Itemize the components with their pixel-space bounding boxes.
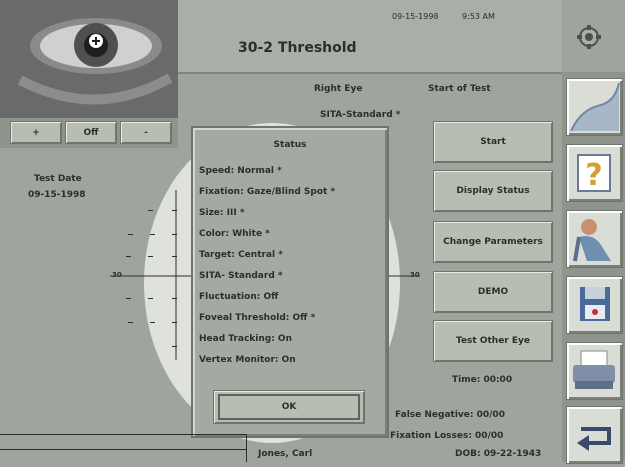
ok-label: OK <box>218 394 360 420</box>
strategy-label: SITA-Standard * <box>320 110 401 120</box>
patient-dob: DOB: 09-22-1943 <box>455 449 542 459</box>
patient-database-icon[interactable] <box>576 24 602 50</box>
start-button[interactable]: Start <box>433 121 553 163</box>
status-line: SITA- Standard * <box>199 271 283 281</box>
axis-label-left: 30 <box>112 271 122 279</box>
test-state: Start of Test <box>428 84 491 94</box>
false-negative: False Negative: 00/00 <box>395 410 505 420</box>
eye-camera-controls: + Off - <box>0 118 178 148</box>
camera-zoom-out-button[interactable]: - <box>120 121 172 144</box>
status-line: Foveal Threshold: Off * <box>199 313 316 323</box>
test-other-eye-button[interactable]: Test Other Eye <box>433 320 553 362</box>
help-icon: ? <box>577 154 611 193</box>
svg-text:?: ? <box>585 158 602 193</box>
status-line: Target: Central * <box>199 250 283 260</box>
return-button[interactable] <box>566 406 623 464</box>
page-title: 30-2 Threshold <box>238 40 357 56</box>
save-button[interactable] <box>566 276 623 334</box>
bottom-divider-vertical <box>246 434 247 462</box>
help-button[interactable]: ? <box>566 144 623 202</box>
eye-image <box>0 0 178 118</box>
patient-button[interactable] <box>566 210 623 268</box>
header-bar <box>178 0 562 74</box>
visual-field-map-icon <box>570 82 620 132</box>
test-date-label: Test Date <box>34 174 82 184</box>
demo-button[interactable]: DEMO <box>433 271 553 313</box>
change-parameters-button[interactable]: Change Parameters <box>433 221 553 263</box>
camera-off-button[interactable]: Off <box>65 121 117 144</box>
printer-icon <box>573 350 615 389</box>
status-line: Head Tracking: On <box>199 334 292 344</box>
status-line: Vertex Monitor: On <box>199 355 296 365</box>
status-line: Speed: Normal * <box>199 166 282 176</box>
status-line: Fluctuation: Off <box>199 292 279 302</box>
camera-zoom-in-button[interactable]: + <box>10 121 62 144</box>
eye-label: Right Eye <box>314 84 363 94</box>
timer: Time: 00:00 <box>452 375 513 385</box>
header-date: 09-15-1998 <box>392 12 439 21</box>
test-date-value: 09-15-1998 <box>28 190 86 200</box>
axis-label-right: 30 <box>410 271 420 279</box>
ok-button[interactable]: OK <box>213 390 365 424</box>
bottom-divider <box>0 434 246 435</box>
visual-field-map-button[interactable] <box>566 78 623 136</box>
status-title: Status <box>273 140 307 150</box>
eye-camera-view <box>0 0 178 118</box>
status-line: Fixation: Gaze/Blind Spot * <box>199 187 336 197</box>
status-line: Size: III * <box>199 208 245 218</box>
print-button[interactable] <box>566 342 623 400</box>
floppy-disk-icon <box>580 287 610 321</box>
tool-sidebar: ? <box>562 72 625 464</box>
patient-name: Jones, Carl <box>258 449 313 459</box>
header-time: 9:53 AM <box>462 12 495 21</box>
status-dialog: Status Speed: Normal * Fixation: Gaze/Bl… <box>191 126 389 438</box>
return-arrow-icon <box>577 427 611 451</box>
patient-icon <box>573 219 611 262</box>
display-status-button[interactable]: Display Status <box>433 170 553 212</box>
fixation-losses: Fixation Losses: 00/00 <box>390 431 504 441</box>
status-line: Color: White * <box>199 229 270 239</box>
bottom-field-line <box>0 449 246 450</box>
